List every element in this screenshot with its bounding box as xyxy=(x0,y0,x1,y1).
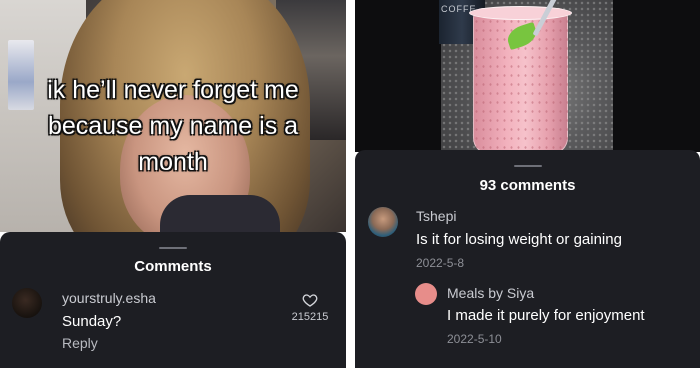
comments-count-header: 93 comments xyxy=(479,177,576,194)
smoothie-photo[interactable]: COFFE xyxy=(355,0,700,152)
comment-text: Sunday? xyxy=(62,313,122,330)
comment-username[interactable]: Tshepi xyxy=(416,208,456,224)
reply-username[interactable]: Meals by Siya xyxy=(447,285,534,301)
heart-outline-icon[interactable] xyxy=(302,292,318,308)
comment-text: Is it for losing weight or gaining xyxy=(416,231,622,248)
caption-line: because my name is a xyxy=(47,112,299,140)
person-shirt xyxy=(160,195,280,232)
right-post-panel: COFFE 93 comments Tshepi Is it for losin… xyxy=(355,0,700,368)
glass-rim xyxy=(469,6,572,20)
comments-header: Comments xyxy=(134,258,212,275)
panel-divider xyxy=(346,0,355,368)
comments-sheet: 93 comments Tshepi Is it for losing weig… xyxy=(355,150,700,368)
like-count: 215215 xyxy=(291,311,329,323)
avatar[interactable] xyxy=(368,207,398,237)
avatar[interactable] xyxy=(12,288,42,318)
caption-line: month xyxy=(138,148,208,176)
left-post-panel: ik he’ll never forget me because my name… xyxy=(0,0,346,368)
comment-date: 2022-5-8 xyxy=(416,256,465,270)
comment-username[interactable]: yourstruly.esha xyxy=(62,290,156,306)
video-caption: ik he’ll never forget me because my name… xyxy=(0,72,346,180)
reply-date: 2022-5-10 xyxy=(447,332,502,346)
comments-sheet: Comments yourstruly.esha Sunday? Reply 2… xyxy=(0,232,346,368)
sheet-drag-handle[interactable] xyxy=(513,165,542,167)
sheet-drag-handle[interactable] xyxy=(159,247,187,249)
reply-text: I made it purely for enjoyment xyxy=(447,307,645,324)
caption-line: ik he’ll never forget me xyxy=(47,76,299,104)
reply-button[interactable]: Reply xyxy=(62,335,98,351)
avatar[interactable] xyxy=(415,283,437,305)
